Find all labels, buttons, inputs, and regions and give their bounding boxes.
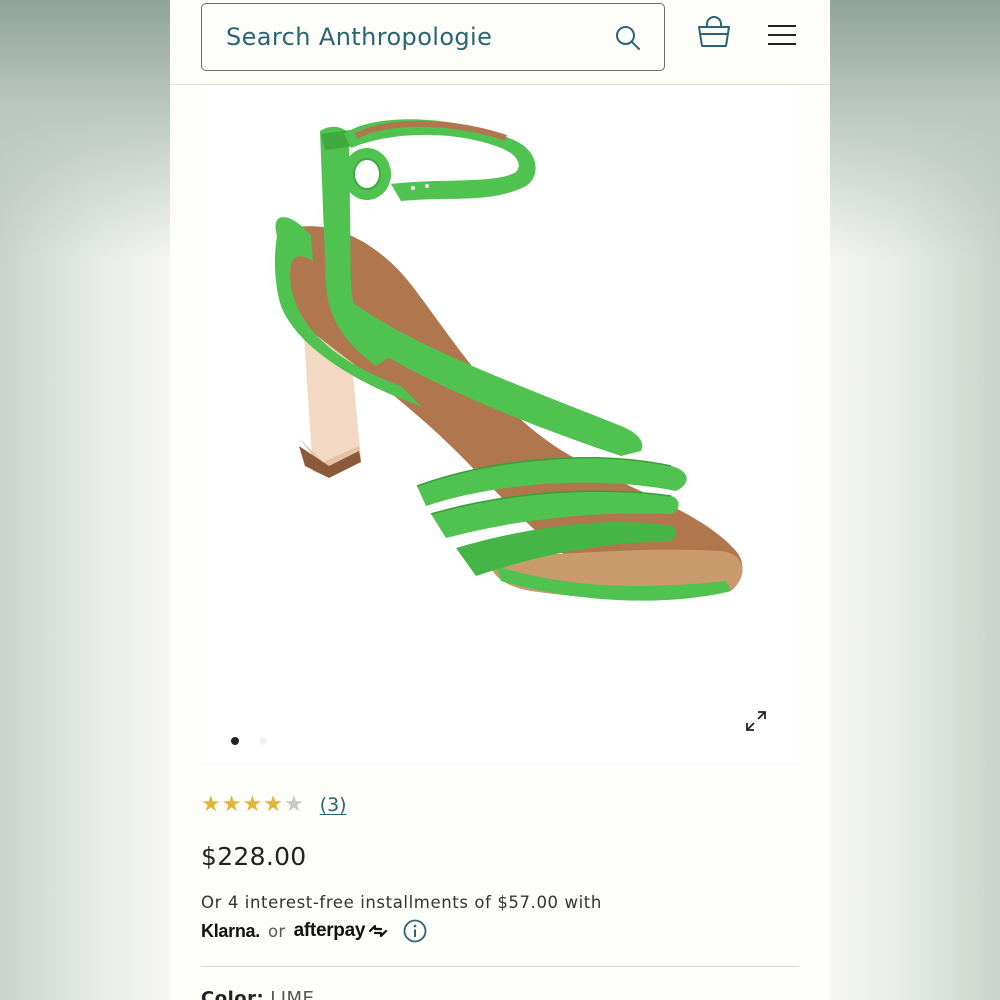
star-full-icon: ★ xyxy=(242,792,263,817)
review-count-link[interactable]: (3) xyxy=(320,794,347,816)
color-value: LIME xyxy=(270,988,315,1000)
shopping-bag-icon[interactable] xyxy=(696,15,732,49)
color-label: Color: xyxy=(201,988,265,1000)
installments-text: Or 4 interest-free installments of $57.0… xyxy=(201,893,602,912)
payment-options: Klarna. or afterpay xyxy=(201,916,427,946)
search-icon[interactable] xyxy=(614,24,642,52)
afterpay-arrows-icon xyxy=(369,924,388,938)
hamburger-menu-icon[interactable] xyxy=(766,22,798,48)
star-full-icon: ★ xyxy=(221,792,242,817)
gallery-dot-active[interactable] xyxy=(231,737,239,745)
expand-icon[interactable] xyxy=(743,708,769,734)
afterpay-logo[interactable]: afterpay xyxy=(294,920,366,942)
star-full-icon: ★ xyxy=(263,792,283,817)
star-full-icon: ★ xyxy=(201,792,221,817)
color-selector-label: Color: LIME xyxy=(201,988,314,1000)
info-icon[interactable] xyxy=(403,919,427,943)
product-price: $228.00 xyxy=(201,842,307,871)
site-header: Search Anthropologie xyxy=(170,0,830,85)
search-input[interactable]: Search Anthropologie xyxy=(201,3,665,71)
gallery-dot[interactable] xyxy=(259,737,267,745)
klarna-logo[interactable]: Klarna. xyxy=(201,921,260,942)
product-rating[interactable]: ★ ★ ★ ★ ★ (3) xyxy=(201,792,347,818)
or-text: or xyxy=(267,921,286,941)
product-image[interactable] xyxy=(201,86,799,762)
product-image-gallery[interactable] xyxy=(201,86,799,762)
section-divider xyxy=(201,966,799,967)
mobile-page: Search Anthropologie ★ ★ ★ ★ ★ (3) $228.… xyxy=(170,0,830,1000)
star-rating: ★ ★ ★ ★ ★ xyxy=(201,794,304,816)
search-placeholder: Search Anthropologie xyxy=(226,23,493,51)
star-empty-icon: ★ xyxy=(283,792,304,817)
